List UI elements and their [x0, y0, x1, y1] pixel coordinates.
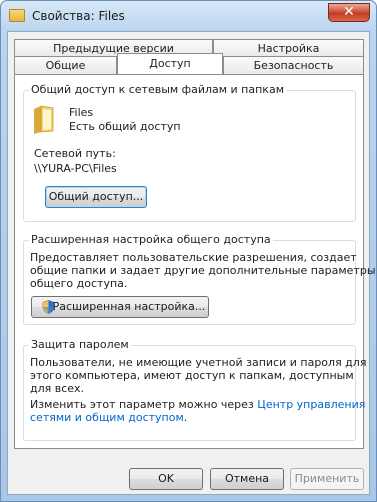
uac-shield-icon [42, 300, 55, 314]
close-icon: ✕ [343, 4, 355, 20]
tab-security[interactable]: Безопасность [223, 56, 364, 74]
share-button[interactable]: Общий доступ... [45, 186, 147, 208]
advanced-sharing-group: Расширенная настройка общего доступа Пре… [23, 233, 376, 325]
title-bar[interactable]: Свойства: Files ✕ [1, 1, 376, 31]
tab-general[interactable]: Общие [14, 56, 117, 74]
password-protection-line2: этого компьютера, имеют доступ к папкам,… [30, 369, 354, 382]
password-protection-change-line: Изменить этот параметр можно через Центр… [30, 398, 365, 411]
tab-sharing[interactable]: Доступ [117, 53, 223, 74]
network-sharing-group: Общий доступ к сетевым файлам и папкам F… [23, 83, 356, 222]
close-button[interactable]: ✕ [328, 3, 370, 22]
advanced-sharing-button-label: Расширенная настройка... [52, 300, 206, 313]
change-setting-prefix: Изменить этот параметр можно через [30, 398, 258, 411]
network-center-link-part2[interactable]: сетями и общим доступом [30, 411, 184, 424]
network-path-label: Сетевой путь: [34, 147, 116, 160]
advanced-sharing-button[interactable]: Расширенная настройка... [31, 296, 209, 318]
shared-folder-icon [34, 105, 54, 134]
network-path-value: \\YURA-PC\Files [34, 162, 117, 175]
password-protection-group: Защита паролем Пользователи, не имеющие … [23, 338, 366, 441]
folder-share-status: Есть общий доступ [69, 120, 181, 133]
ok-button[interactable]: OK [129, 468, 203, 490]
advanced-sharing-group-title: Расширенная настройка общего доступа [29, 233, 273, 246]
advanced-sharing-description-line2: общие папки и задает другие дополнительн… [30, 264, 376, 277]
sharing-tab-panel: Общий доступ к сетевым файлам и папкам F… [14, 74, 376, 449]
window-title: Свойства: Files [32, 9, 125, 23]
tab-customize[interactable]: Настройка [213, 39, 364, 57]
advanced-sharing-description-line1: Предоставляет пользовательские разрешени… [30, 251, 357, 264]
apply-button[interactable]: Применить [290, 468, 364, 490]
password-protection-group-title: Защита паролем [29, 338, 131, 351]
password-protection-line3: для всех. [30, 382, 85, 395]
link-period: . [183, 411, 188, 424]
password-protection-link-line: сетями и общим доступом. [30, 411, 187, 424]
password-protection-line1: Пользователи, не имеющие учетной записи … [30, 356, 367, 369]
properties-window: Свойства: Files ✕ Предыдущие версии Наст… [0, 0, 377, 502]
network-sharing-group-title: Общий доступ к сетевым файлам и папкам [29, 83, 286, 96]
dialog-body: Предыдущие версии Настройка Общие Доступ… [7, 31, 376, 495]
advanced-sharing-description-line3: общего доступа. [30, 277, 128, 290]
cancel-button[interactable]: Отмена [210, 468, 284, 490]
network-center-link-part1[interactable]: Центр управления [257, 398, 365, 411]
folder-icon [9, 9, 25, 22]
folder-name: Files [69, 106, 94, 119]
